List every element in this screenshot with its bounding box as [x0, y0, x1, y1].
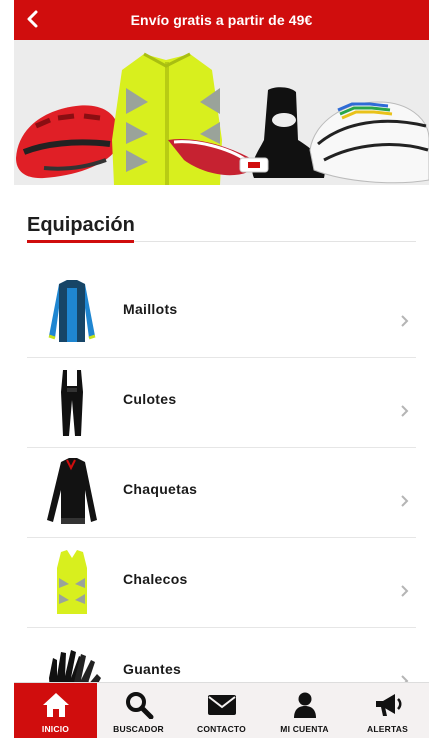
search-icon [125, 692, 153, 719]
chevron-right-icon [401, 315, 409, 327]
bib-tights-thumbnail [61, 370, 83, 436]
list-item-label: Maillots [123, 301, 178, 317]
tab-label: ALERTAS [367, 724, 408, 734]
chevron-right-icon [401, 585, 409, 597]
section-title-underline [27, 240, 134, 243]
app-screen: Envío gratis a partir de 49€ Equipación … [14, 0, 429, 738]
section-header: Equipación [27, 214, 416, 243]
tab-label: BUSCADOR [113, 724, 164, 734]
list-item-label: Culotes [123, 391, 177, 407]
list-item-label: Chalecos [123, 571, 188, 587]
vest-thumbnail [57, 550, 87, 614]
user-icon [293, 692, 316, 718]
list-item-label: Chaquetas [123, 481, 198, 497]
cycling-gear-banner-image [14, 40, 429, 185]
shipping-promo-title: Envío gratis a partir de 49€ [130, 12, 313, 28]
jacket-thumbnail [47, 458, 97, 524]
top-bar: Envío gratis a partir de 49€ [14, 0, 429, 40]
list-item-chalecos[interactable]: Chalecos [27, 538, 416, 628]
section-title: Equipación [27, 214, 135, 236]
home-icon [42, 693, 69, 717]
tab-alertas[interactable]: ALERTAS [346, 683, 429, 738]
tab-label: CONTACTO [197, 724, 246, 734]
tab-mi-cuenta[interactable]: MI CUENTA [263, 683, 346, 738]
category-list: Maillots Culotes Chaquetas Chalecos Guan… [27, 268, 416, 718]
megaphone-icon [375, 694, 401, 716]
list-item-chaquetas[interactable]: Chaquetas [27, 448, 416, 538]
jersey-thumbnail [48, 280, 96, 342]
bottom-tab-bar: INICIO BUSCADOR CONTACTO MI CUENTA ALERT… [14, 682, 429, 738]
chevron-right-icon [401, 405, 409, 417]
tab-label: MI CUENTA [280, 724, 329, 734]
chevron-right-icon [401, 495, 409, 507]
tab-contacto[interactable]: CONTACTO [180, 683, 263, 738]
tab-inicio[interactable]: INICIO [14, 683, 97, 738]
list-item-maillots[interactable]: Maillots [27, 268, 416, 358]
tab-buscador[interactable]: BUSCADOR [97, 683, 180, 738]
envelope-icon [207, 695, 236, 715]
tab-label: INICIO [41, 724, 70, 734]
list-item-culotes[interactable]: Culotes [27, 358, 416, 448]
list-item-label: Guantes [123, 661, 182, 677]
promo-banner[interactable] [14, 40, 429, 185]
